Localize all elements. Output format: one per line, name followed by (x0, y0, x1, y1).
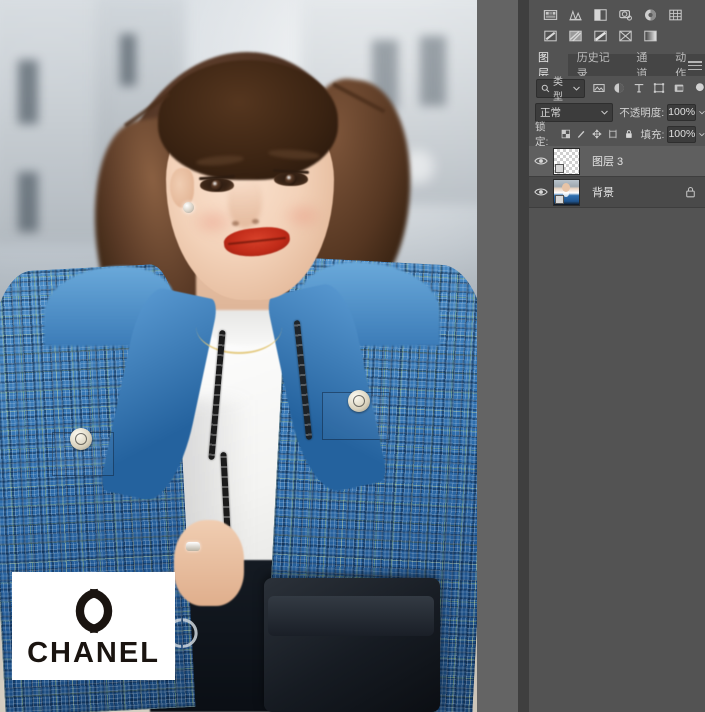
cheek (280, 200, 326, 232)
lock-icon[interactable] (685, 186, 696, 198)
lock-label: 锁定: (535, 121, 549, 148)
opacity-input[interactable]: 100% (667, 103, 697, 121)
hair (158, 60, 338, 180)
layer-thumbnail-badge (555, 194, 564, 204)
channel-mixer-icon[interactable] (618, 29, 633, 43)
exposure-icon[interactable] (618, 8, 633, 22)
levels-icon[interactable] (568, 8, 583, 22)
adjustments-panel (529, 0, 705, 54)
canvas-area[interactable]: CHANEL (0, 0, 477, 712)
lock-image-pixels-icon[interactable] (576, 128, 586, 140)
vibrance-icon[interactable] (643, 8, 658, 22)
background-window (120, 34, 136, 86)
photo-filter-icon[interactable] (593, 29, 608, 43)
lock-all-icon[interactable] (624, 128, 634, 140)
background-window (18, 60, 38, 124)
curves-icon[interactable] (593, 8, 608, 22)
lock-position-icon[interactable] (592, 128, 602, 140)
layer-thumbnail-badge (555, 163, 564, 173)
chevron-down-icon (573, 86, 580, 91)
fill-value: 100% (668, 128, 696, 140)
filter-type-icon[interactable] (633, 82, 645, 94)
necklace (196, 300, 282, 354)
nostril (232, 221, 239, 226)
blend-mode-value: 正常 (540, 106, 561, 119)
color-balance-icon[interactable] (543, 29, 558, 43)
adjustments-row-1 (543, 8, 683, 22)
filter-type-icons (593, 82, 705, 94)
fill-label: 填充: (640, 128, 665, 141)
chevron-down-icon[interactable] (699, 110, 705, 115)
adjustments-row-2 (543, 29, 658, 43)
background-window (420, 36, 446, 106)
lock-artboard-icon[interactable] (608, 128, 618, 140)
filter-kind-label: 类型 (553, 77, 563, 103)
ring (186, 542, 200, 551)
chanel-brand-text: CHANEL (27, 636, 160, 669)
chevron-down-icon[interactable] (699, 132, 705, 137)
canvas-gap (477, 0, 518, 712)
filter-kind-select[interactable]: 类型 (536, 77, 585, 103)
panel-menu-icon[interactable] (688, 61, 702, 70)
earring (183, 202, 194, 213)
eye-right (274, 172, 308, 186)
fill-input[interactable]: 100% (667, 125, 697, 143)
document-photo[interactable]: CHANEL (0, 0, 477, 712)
filter-smart-object-icon[interactable] (673, 82, 685, 94)
chevron-down-icon (601, 110, 609, 115)
gradient-map-icon[interactable] (643, 29, 658, 43)
layer-thumbnail[interactable] (553, 178, 580, 206)
filter-toggle-icon[interactable] (693, 82, 705, 94)
right-dock: 图层 历史记录 通道 动作 类型 正常 不透明度: 100% 锁定: 填充: 1… (529, 0, 705, 712)
layer-thumbnail[interactable] (553, 147, 580, 175)
hue-saturation-icon[interactable] (668, 8, 683, 22)
filter-shape-icon[interactable] (653, 82, 665, 94)
filter-pixel-icon[interactable] (593, 82, 605, 94)
eye-icon (534, 157, 548, 165)
search-icon (541, 84, 550, 92)
jacket-button (70, 428, 92, 450)
background-window (18, 172, 38, 232)
lock-bar: 锁定: 填充: 100% (529, 121, 705, 148)
tab-history[interactable]: 历史记录 (568, 52, 628, 80)
layer-list[interactable]: 图层 3 背景 (529, 146, 705, 712)
canvas-vertical-scrollbar[interactable] (518, 0, 529, 712)
lock-transparent-pixels-icon[interactable] (561, 128, 571, 140)
layer-filter-bar: 类型 (529, 76, 705, 103)
background-building (0, 0, 110, 245)
jacket-button (348, 390, 370, 412)
handbag-flap (268, 596, 434, 636)
hand (174, 520, 244, 606)
table-row[interactable]: 背景 (529, 177, 705, 208)
black-white-icon[interactable] (568, 29, 583, 43)
nostril (252, 219, 259, 224)
blend-mode-bar: 正常 不透明度: 100% (529, 101, 705, 123)
photoshop-window: CHANEL 图层 历史记录 通道 动作 类型 正常 不透明度: 100% 锁定… (0, 0, 705, 712)
tab-channels[interactable]: 通道 (627, 52, 666, 80)
chanel-watermark: CHANEL (12, 572, 175, 680)
layer-visibility-toggle[interactable] (529, 156, 553, 166)
opacity-label: 不透明度: (619, 106, 665, 119)
layer-visibility-toggle[interactable] (529, 187, 553, 197)
filter-adjustment-icon[interactable] (613, 82, 625, 94)
layer-name[interactable]: 图层 3 (592, 153, 705, 169)
table-row[interactable]: 图层 3 (529, 146, 705, 177)
opacity-value: 100% (668, 106, 696, 118)
eye-icon (534, 188, 548, 196)
chanel-cc-logo-icon (75, 588, 112, 633)
layer-name[interactable]: 背景 (592, 184, 685, 200)
brightness-contrast-icon[interactable] (543, 8, 558, 22)
